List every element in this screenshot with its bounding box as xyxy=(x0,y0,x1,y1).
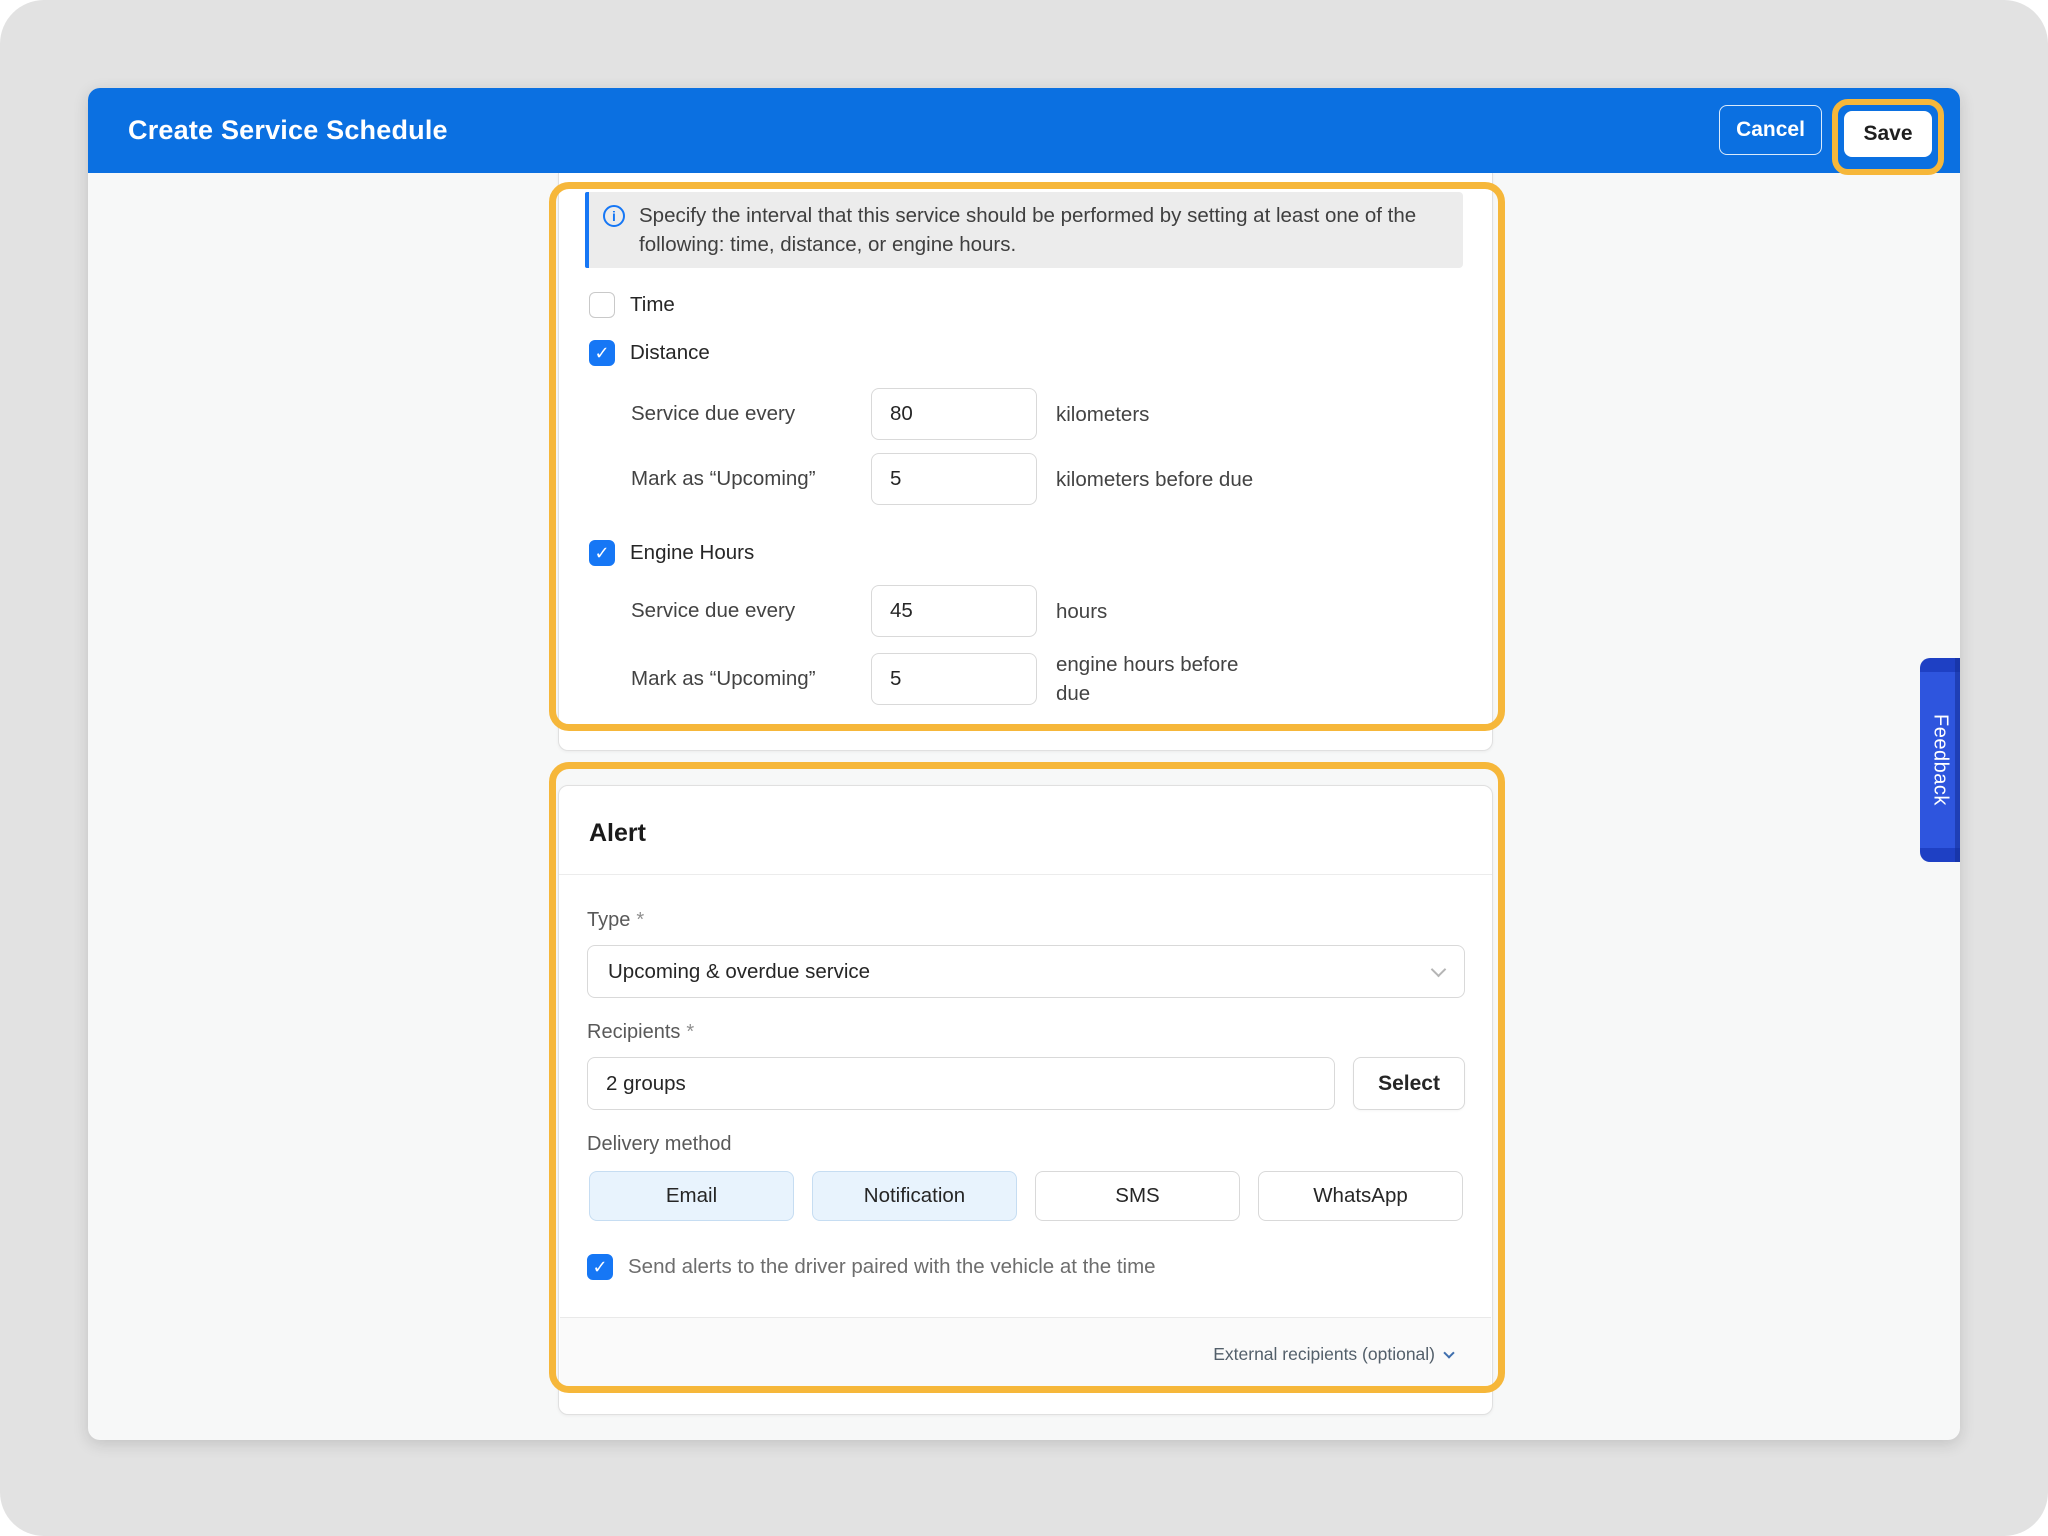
alert-type-value: Upcoming & overdue service xyxy=(608,960,1433,984)
create-service-schedule-modal: Create Service Schedule Cancel Save i Sp… xyxy=(88,88,1960,1440)
distance-upcoming-label: Mark as “Upcoming” xyxy=(631,467,871,491)
engine-hours-checkbox-label: Engine Hours xyxy=(630,541,754,565)
engine-due-unit: hours xyxy=(1056,597,1107,626)
engine-due-label: Service due every xyxy=(631,599,871,623)
type-label: Type * xyxy=(587,909,644,932)
driver-alert-row: ✓ Send alerts to the driver paired with … xyxy=(587,1254,1156,1280)
engine-hours-checkbox-row: ✓ Engine Hours xyxy=(589,540,754,566)
delivery-method-label: Delivery method xyxy=(587,1133,732,1156)
engine-due-row: Service due every hours xyxy=(631,585,1107,637)
modal-header: Create Service Schedule xyxy=(88,88,1960,173)
chevron-down-icon xyxy=(1443,1347,1454,1358)
driver-alert-label: Send alerts to the driver paired with th… xyxy=(628,1255,1156,1279)
check-icon: ✓ xyxy=(594,344,609,362)
time-checkbox-row: Time xyxy=(589,292,675,318)
recipients-label-text: Recipients xyxy=(587,1021,680,1043)
delivery-sms-button[interactable]: SMS xyxy=(1035,1171,1240,1221)
type-label-text: Type xyxy=(587,909,630,931)
check-icon: ✓ xyxy=(592,1258,607,1276)
recipients-select-button[interactable]: Select xyxy=(1353,1057,1465,1110)
check-icon: ✓ xyxy=(594,544,609,562)
engine-upcoming-label: Mark as “Upcoming” xyxy=(631,667,871,691)
alert-type-select[interactable]: Upcoming & overdue service xyxy=(587,945,1465,998)
distance-upcoming-input[interactable] xyxy=(871,453,1037,505)
divider xyxy=(559,874,1492,875)
delivery-notification-button[interactable]: Notification xyxy=(812,1171,1017,1221)
time-checkbox[interactable] xyxy=(589,292,615,318)
feedback-tab[interactable]: Feedback xyxy=(1920,658,1960,862)
distance-upcoming-unit: kilometers before due xyxy=(1056,465,1253,494)
engine-hours-checkbox[interactable]: ✓ xyxy=(589,540,615,566)
engine-upcoming-row: Mark as “Upcoming” engine hours before d… xyxy=(631,653,1256,705)
distance-checkbox-row: ✓ Distance xyxy=(589,340,710,366)
info-icon: i xyxy=(603,205,625,227)
required-asterisk: * xyxy=(636,909,644,931)
cancel-button[interactable]: Cancel xyxy=(1719,105,1822,155)
feedback-tab-label: Feedback xyxy=(1929,714,1952,806)
interval-info-text: Specify the interval that this service s… xyxy=(639,201,1463,259)
time-checkbox-label: Time xyxy=(630,293,675,317)
page-title: Create Service Schedule xyxy=(128,115,448,146)
distance-due-label: Service due every xyxy=(631,402,871,426)
save-button[interactable]: Save xyxy=(1844,111,1932,157)
engine-upcoming-input[interactable] xyxy=(871,653,1037,705)
recipients-input[interactable] xyxy=(587,1057,1335,1110)
engine-upcoming-unit: engine hours before due xyxy=(1056,650,1256,708)
distance-due-row: Service due every kilometers xyxy=(631,388,1149,440)
distance-due-unit: kilometers xyxy=(1056,400,1149,429)
delivery-method-group: Email Notification SMS WhatsApp xyxy=(589,1171,1463,1221)
required-asterisk: * xyxy=(686,1021,694,1043)
distance-due-input[interactable] xyxy=(871,388,1037,440)
delivery-email-button[interactable]: Email xyxy=(589,1171,794,1221)
chevron-down-icon xyxy=(1431,961,1447,977)
delivery-whatsapp-button[interactable]: WhatsApp xyxy=(1258,1171,1463,1221)
distance-checkbox-label: Distance xyxy=(630,341,710,365)
alert-section-title: Alert xyxy=(589,819,646,848)
screenshot-stage: Create Service Schedule Cancel Save i Sp… xyxy=(0,0,2048,1536)
service-interval-card: i Specify the interval that this service… xyxy=(558,173,1493,751)
distance-upcoming-row: Mark as “Upcoming” kilometers before due xyxy=(631,453,1253,505)
recipients-label: Recipients * xyxy=(587,1021,694,1044)
alert-card: Alert Type * Upcoming & overdue service R… xyxy=(558,785,1493,1415)
external-recipients-toggle[interactable]: External recipients (optional) xyxy=(1213,1344,1435,1365)
alert-card-footer: External recipients (optional) xyxy=(560,1317,1491,1391)
interval-info-banner: i Specify the interval that this service… xyxy=(585,192,1463,268)
distance-checkbox[interactable]: ✓ xyxy=(589,340,615,366)
driver-alert-checkbox[interactable]: ✓ xyxy=(587,1254,613,1280)
engine-due-input[interactable] xyxy=(871,585,1037,637)
